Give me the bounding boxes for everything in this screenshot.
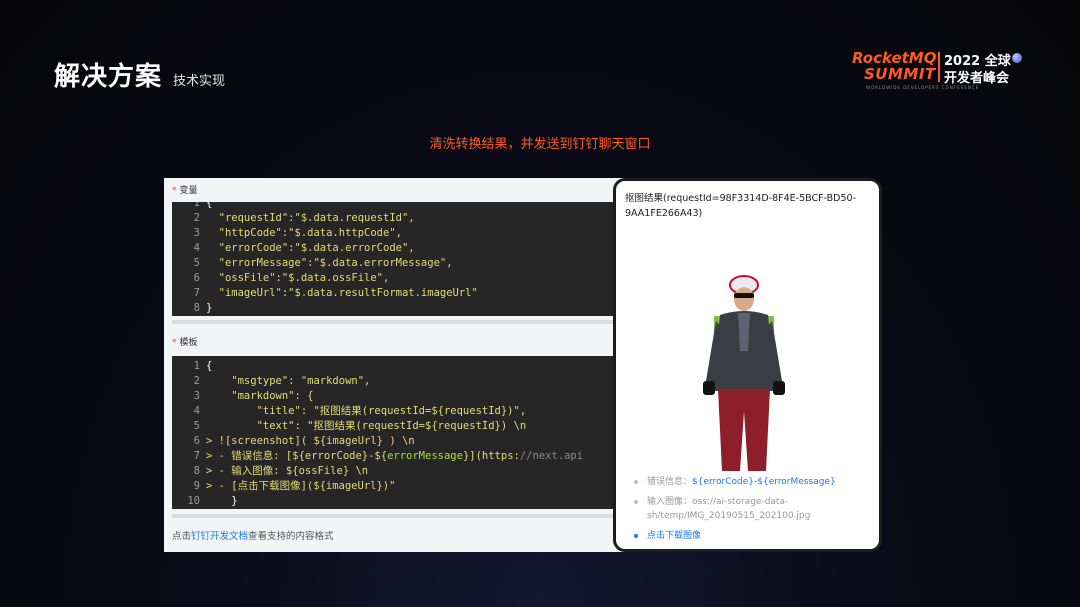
code-line: 3 "markdown": { (172, 389, 314, 404)
dingtalk-docs-link[interactable]: 钉钉开发文档 (191, 531, 248, 542)
code-text: { (206, 202, 213, 209)
dingtalk-message-preview: 抠图结果(requestId=98F3314D-8F4E-5BCF-BD50-9… (613, 178, 882, 552)
code-line: 7 > - 错误信息: [${errorCode}-${errorMessage}… (172, 449, 583, 464)
code-text: > - 错误信息: [${errorCode}-${ (206, 450, 388, 462)
code-text: //next.api (519, 450, 584, 462)
code-text: "errorMessage":"$.data.errorMessage", (206, 257, 453, 269)
editor-resize-handle[interactable] (172, 320, 632, 324)
code-text: "text": "抠图结果(requestId=${requestId}) \n (206, 420, 527, 432)
code-line: 3 "httpCode":"$.data.httpCode", (172, 226, 402, 241)
line-number: 2 (193, 375, 200, 387)
preview-title: 抠图结果(requestId=98F3314D-8F4E-5BCF-BD50-9… (625, 193, 856, 219)
code-line: 4 "title": "抠图结果(requestId=${requestId})… (172, 404, 526, 419)
code-text: > - 输入图像: ${ossFile} \n (206, 465, 369, 477)
code-text: "ossFile":"$.data.ossFile", (206, 272, 390, 284)
code-line: 8} (172, 301, 213, 316)
docs-hint: 点击钉钉开发文档查看支持的内容格式 (172, 528, 334, 542)
editor-resize-handle[interactable] (172, 514, 632, 518)
code-line: 4 "errorCode":"$.data.errorCode", (172, 241, 415, 256)
code-line: 9 > - [点击下载图像](${imageUrl})" (172, 479, 396, 494)
line-number: 3 (193, 390, 200, 402)
cutout-person-image (703, 275, 785, 471)
line-number: 7 (193, 450, 200, 462)
logo-summit: SUMMIT (864, 65, 936, 83)
line-number: 6 (193, 435, 200, 447)
line-number: 5 (193, 420, 200, 432)
error-link[interactable]: ${errorCode}-${errorMessage} (692, 477, 836, 487)
code-line: 7 "imageUrl":"$.data.resultFormat.imageU… (172, 286, 478, 301)
hint-prefix: 点击 (172, 531, 192, 542)
code-text: errorMessage (387, 450, 463, 462)
code-line: 6 > ![screenshot]( ${imageUrl} ) \n (172, 434, 415, 449)
line-number: 8 (193, 302, 200, 314)
config-panel: * 变量 1{2 "requestId":"$.data.requestId", 3… (164, 178, 632, 552)
code-line: 6 "ossFile":"$.data.ossFile", (172, 271, 390, 286)
variables-label: * 变量 (172, 186, 198, 196)
code-text: "errorCode":"$.data.errorCode", (206, 242, 415, 254)
code-line: 10 } (172, 494, 238, 509)
code-text: "imageUrl":"$.data.resultFormat.imageUrl… (206, 287, 478, 299)
code-text: } (206, 495, 238, 507)
hint-suffix: 查看支持的内容格式 (248, 531, 334, 542)
code-line: 2 "msgtype": "markdown", (172, 374, 371, 389)
page-subtitle: 技术实现 (173, 74, 226, 89)
logo-divider (938, 52, 940, 82)
line-number: 5 (193, 257, 200, 269)
code-line: 1{ (172, 202, 213, 211)
code-line: 5 "text": "抠图结果(requestId=${requestId}) … (172, 419, 526, 434)
template-code-editor[interactable]: 1{2 "msgtype": "markdown", 3 "markdown": … (172, 356, 632, 509)
download-image-link[interactable]: 点击下载图像 (634, 529, 874, 543)
preview-list: 错误信息：${errorCode}-${errorMessage} 输入图像：o… (634, 475, 874, 549)
code-line: 8 > - 输入图像: ${ossFile} \n (172, 464, 368, 479)
line-number: 8 (193, 465, 200, 477)
list-item: 输入图像：oss://ai-storage-data-sh/temp/IMG_2… (634, 495, 874, 523)
planet-icon (1012, 53, 1022, 63)
line-number: 4 (193, 242, 200, 254)
page-title: 解决方案 (54, 62, 163, 92)
line-number: 10 (187, 495, 200, 507)
logo-event: 开发者峰会 (944, 71, 1010, 86)
line-number: 7 (193, 287, 200, 299)
slide: 解决方案 技术实现 RocketMQ SUMMIT 2022 全球 开发者峰会 … (0, 0, 1080, 607)
slide-caption: 清洗转换结果，并发送到钉钉聊天窗口 (429, 137, 651, 152)
logo-tagline: WORLDWIDE DEVELOPERS CONFERENCE (866, 85, 980, 90)
code-text: > - [点击下载图像](${imageUrl})" (206, 480, 396, 492)
code-text: "httpCode":"$.data.httpCode", (206, 227, 402, 239)
line-number: 9 (193, 480, 200, 492)
variables-code-editor[interactable]: 1{2 "requestId":"$.data.requestId", 3 "ht… (172, 202, 632, 316)
code-text: { (206, 360, 213, 372)
template-label: * 模板 (172, 338, 198, 348)
line-number: 1 (193, 202, 200, 209)
code-text: "markdown": { (206, 390, 314, 402)
code-line: 2 "requestId":"$.data.requestId", (172, 211, 415, 226)
code-text: }](https: (462, 450, 520, 462)
code-text: "msgtype": "markdown", (206, 375, 371, 387)
line-number: 1 (193, 360, 200, 372)
code-text: } (206, 302, 213, 314)
rocketmq-summit-logo: RocketMQ SUMMIT 2022 全球 开发者峰会 WORLDWIDE … (852, 49, 1032, 93)
code-line: 1{ (172, 359, 213, 374)
line-number: 4 (193, 405, 200, 417)
line-number: 6 (193, 272, 200, 284)
code-text: "title": "抠图结果(requestId=${requestId})", (206, 405, 527, 417)
code-text: > ![screenshot]( ${imageUrl} ) \n (206, 435, 415, 447)
list-item: 错误信息：${errorCode}-${errorMessage} (634, 475, 874, 489)
line-number: 3 (193, 227, 200, 239)
code-line: 5 "errorMessage":"$.data.errorMessage", (172, 256, 453, 271)
code-text: "requestId":"$.data.requestId", (206, 212, 415, 224)
line-number: 2 (193, 212, 200, 224)
